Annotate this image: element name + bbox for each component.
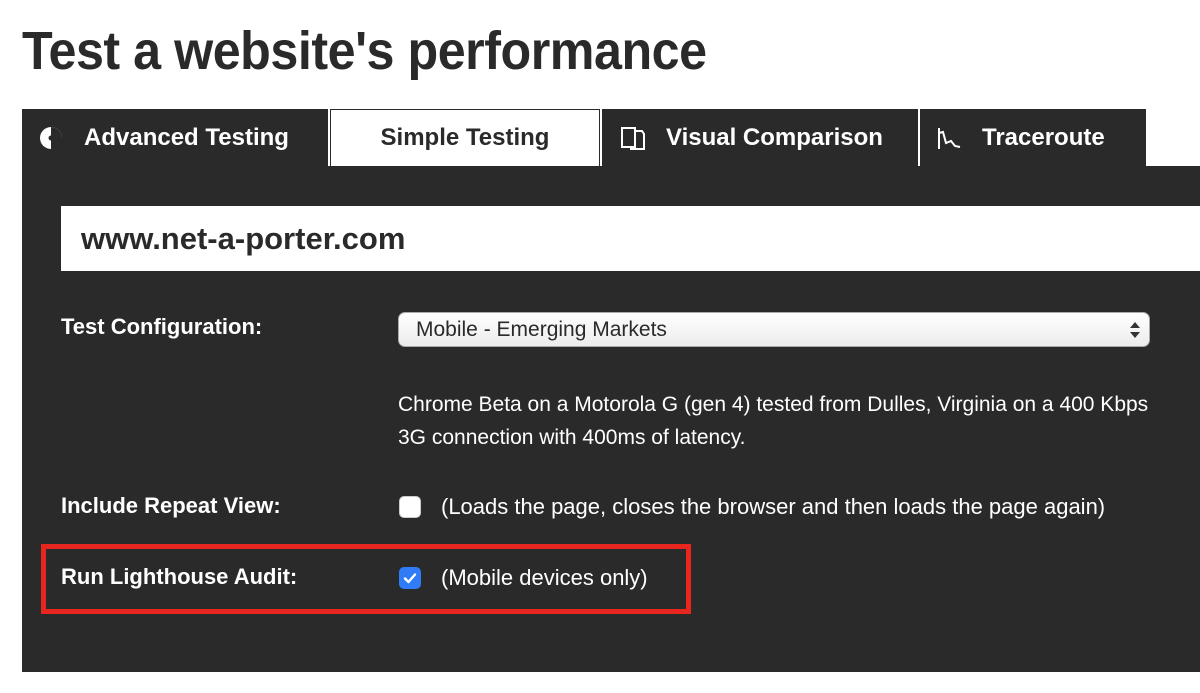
tab-advanced-testing[interactable]: Advanced Testing xyxy=(22,109,328,166)
lighthouse-highlight-outline xyxy=(41,544,691,614)
repeat-view-checkbox[interactable] xyxy=(399,496,421,518)
tab-visual-comparison[interactable]: Visual Comparison xyxy=(602,109,918,166)
dial-icon xyxy=(38,125,64,151)
select-arrows-icon xyxy=(1129,318,1141,342)
test-configuration-label: Test Configuration: xyxy=(61,314,263,339)
tab-advanced-testing-label: Advanced Testing xyxy=(84,123,289,151)
compare-pages-icon xyxy=(620,125,646,151)
tab-simple-testing-label: Simple Testing xyxy=(380,124,550,151)
test-configuration-select[interactable]: Mobile - Emerging Markets xyxy=(398,312,1150,347)
repeat-view-note: (Loads the page, closes the browser and … xyxy=(441,494,1106,519)
traceroute-graph-icon xyxy=(936,125,962,151)
url-input[interactable] xyxy=(61,206,1200,271)
tab-traceroute[interactable]: Traceroute xyxy=(920,109,1146,166)
test-configuration-description: Chrome Beta on a Motorola G (gen 4) test… xyxy=(398,393,1149,449)
page-title: Test a website's performance xyxy=(22,21,707,81)
tab-simple-testing[interactable]: Simple Testing xyxy=(330,109,600,166)
tab-bar: Advanced Testing Simple Testing Visual C… xyxy=(22,109,1200,166)
tab-traceroute-label: Traceroute xyxy=(982,123,1105,151)
test-configuration-selected: Mobile - Emerging Markets xyxy=(416,317,667,341)
repeat-view-label: Include Repeat View: xyxy=(61,493,281,518)
tab-visual-comparison-label: Visual Comparison xyxy=(666,123,883,151)
